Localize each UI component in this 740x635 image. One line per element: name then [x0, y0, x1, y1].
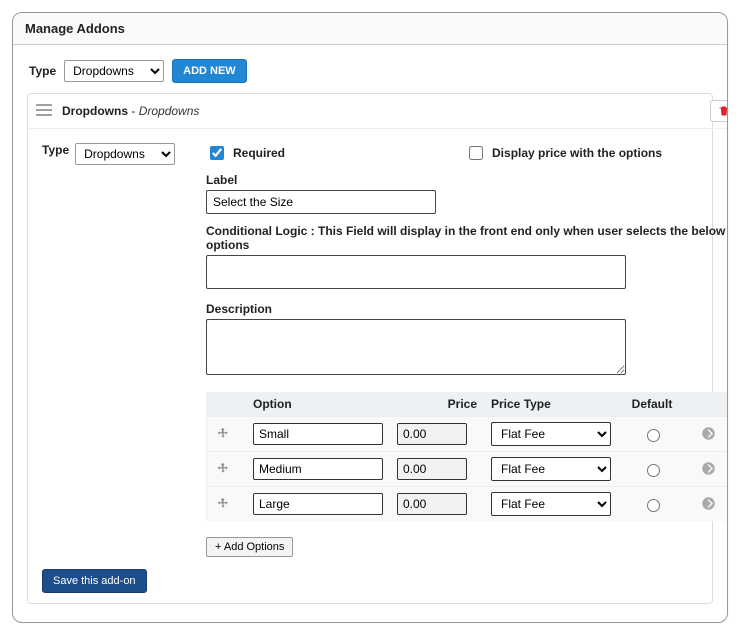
price-type-select[interactable]: Flat Fee [491, 422, 611, 446]
remove-icon [701, 461, 716, 476]
save-addon-button[interactable]: Save this add-on [42, 569, 147, 593]
remove-icon [701, 426, 716, 441]
addon-item: Dropdowns - Dropdowns Type Dropdowns [27, 93, 713, 604]
price-type-select[interactable]: Flat Fee [491, 492, 611, 516]
description-textarea[interactable] [206, 319, 626, 375]
remove-option-button[interactable] [700, 496, 716, 512]
required-label: Required [233, 146, 285, 160]
default-radio[interactable] [647, 429, 660, 442]
option-name-input[interactable] [253, 423, 383, 445]
cond-logic-textarea[interactable] [206, 255, 626, 289]
col-option: Option [253, 397, 383, 411]
type-select[interactable]: Dropdowns [64, 60, 164, 82]
remove-option-button[interactable] [700, 461, 716, 477]
default-radio[interactable] [647, 464, 660, 477]
add-new-button[interactable]: ADD NEW [172, 59, 247, 83]
move-handle-icon[interactable] [215, 496, 231, 512]
display-price-checkbox[interactable] [469, 146, 483, 160]
label-input[interactable] [206, 190, 436, 214]
option-name-input[interactable] [253, 493, 383, 515]
description-heading: Description [206, 302, 728, 316]
add-options-button[interactable]: + Add Options [206, 537, 293, 557]
col-price-type: Price Type [491, 397, 611, 411]
table-head-row: Option Price Price Type Default [207, 392, 728, 416]
label-heading: Label [206, 173, 728, 187]
col-default: Default [625, 397, 679, 411]
delete-addon-button[interactable] [710, 100, 728, 122]
required-checkbox[interactable] [210, 146, 224, 160]
panel-title: Manage Addons [13, 13, 727, 45]
drag-handle-icon[interactable] [36, 104, 52, 118]
move-handle-icon[interactable] [215, 461, 231, 477]
table-row: Flat Fee [207, 451, 728, 486]
price-type-select[interactable]: Flat Fee [491, 457, 611, 481]
option-price-input[interactable] [397, 458, 467, 480]
move-handle-icon[interactable] [215, 426, 231, 442]
trash-icon [718, 105, 728, 117]
remove-option-button[interactable] [700, 426, 716, 442]
cond-logic-heading: Conditional Logic : This Field will disp… [206, 224, 728, 252]
toolbar: Type Dropdowns ADD NEW [27, 49, 713, 93]
manage-addons-panel: Manage Addons Type Dropdowns ADD NEW Dro… [12, 12, 728, 623]
options-table: Option Price Price Type Default Flat Fee… [206, 392, 728, 521]
type-label: Type [29, 64, 56, 78]
option-price-input[interactable] [397, 423, 467, 445]
display-price-checkbox-wrap[interactable]: Display price with the options [465, 143, 662, 163]
addon-header: Dropdowns - Dropdowns [28, 94, 728, 129]
addon-subtitle: Dropdowns [139, 104, 200, 118]
table-row: Flat Fee [207, 486, 728, 521]
default-radio[interactable] [647, 499, 660, 512]
inner-type-select[interactable]: Dropdowns [75, 143, 175, 165]
addon-title: Dropdowns [62, 104, 128, 118]
col-price: Price [397, 397, 477, 411]
required-checkbox-wrap[interactable]: Required [206, 143, 285, 163]
display-price-label: Display price with the options [492, 146, 662, 160]
remove-icon [701, 496, 716, 511]
option-price-input[interactable] [397, 493, 467, 515]
inner-type-label: Type [42, 143, 69, 157]
option-name-input[interactable] [253, 458, 383, 480]
table-row: Flat Fee [207, 416, 728, 451]
